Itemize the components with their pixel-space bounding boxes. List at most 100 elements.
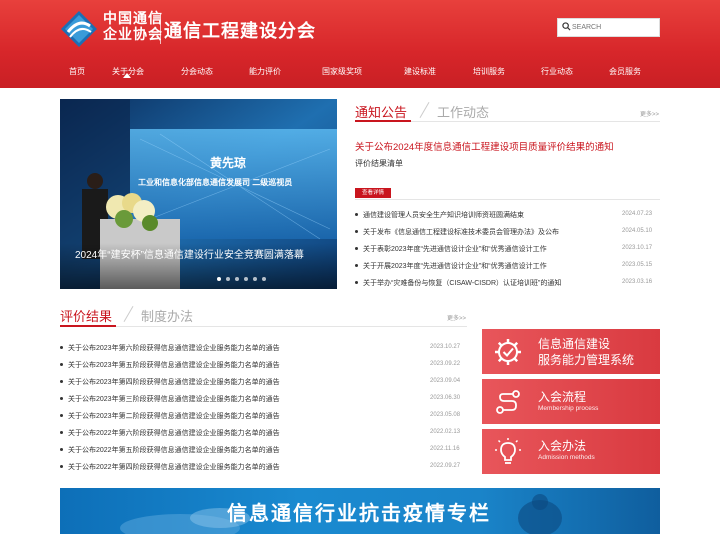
gear-check-icon [495,339,521,365]
notice-item-title[interactable]: 关于开展2023年度“先进通信设计企业”和“优秀通信设计工作 [363,261,547,271]
bullet-icon [60,397,63,400]
notice-summary: 评价结果清单 [355,159,403,168]
search-icon[interactable] [562,22,571,31]
eval-item-date: 2022.02.13 [430,429,461,435]
eval-tab-underline [60,325,116,327]
eval-item-title[interactable]: 关于公布2022年第四阶段获得信息通信建设企业服务能力名单的通告 [68,462,280,472]
card-subtitle: Membership process [538,405,599,412]
eval-item-date: 2023.05.08 [430,412,461,418]
slider-dot[interactable] [244,277,248,281]
notice-item-title[interactable]: 关于发布《信息通信工程建设标准技术委员会管理办法》及公布 [363,227,559,237]
eval-divider [60,326,467,327]
process-icon [496,390,520,414]
eval-item-title[interactable]: 关于公布2022年第五阶段获得信息通信建设企业服务能力名单的通告 [68,445,280,455]
notice-headline-divider [355,199,660,200]
search-input[interactable] [572,20,657,35]
notice-item-title[interactable]: 关于举办“灾难备份与恢复（CISAW-CISDR）认证培训班”的通知 [363,278,561,288]
card-title: 入会流程 [538,390,587,404]
eval-item-date: 2023.10.27 [430,344,461,350]
association-logo-icon[interactable] [60,10,98,48]
notice-tabs-2: 工作动态 [437,102,489,121]
epidemic-special-banner[interactable]: 信息通信行业抗击疫情专栏 [60,488,660,534]
nav-branch-news[interactable]: 分会动态 [181,66,213,77]
bullet-icon [60,346,63,349]
bullet-icon [355,230,358,233]
nav-member-service[interactable]: 会员服务 [609,66,641,77]
notice-item-date: 2023.10.17 [622,245,653,251]
notice-item-title[interactable]: 通信建设管理人员安全生产知识培训师资班圆满结束 [363,210,524,220]
eval-item-title[interactable]: 关于公布2023年第四阶段获得信息通信建设企业服务能力名单的通告 [68,377,280,387]
view-details-button[interactable]: 查看详情 [355,188,391,198]
nav-training[interactable]: 培训服务 [473,66,505,77]
card-subtitle: Admission methods [538,454,595,461]
banner-title: 信息通信行业抗击疫情专栏 [227,501,491,525]
bullet-icon [355,281,358,284]
nav-industry-news[interactable]: 行业动态 [541,66,573,77]
notice-item-date: 2024.05.10 [622,228,653,234]
eval-tabs-2: 制度办法 [141,306,193,325]
bullet-icon [60,414,63,417]
tab-divider [419,101,430,119]
slider-dot[interactable] [235,277,239,281]
notice-item-date: 2023.03.16 [622,279,653,285]
slider-dot[interactable] [253,277,257,281]
eval-tabs: 评价结果 [60,306,112,325]
card-title: 入会办法 [538,439,587,453]
logo-line-1: 中国通信 [103,11,163,27]
eval-item-title[interactable]: 关于公布2023年第五阶段获得信息通信建设企业服务能力名单的通告 [68,360,280,370]
eval-item-date: 2023.09.04 [430,378,461,384]
nav-standards[interactable]: 建设标准 [404,66,436,77]
nav-national-awards[interactable]: 国家级奖项 [322,66,362,77]
notice-more-link[interactable]: 更多>> [640,109,659,118]
card-title-line-2: 服务能力管理系统 [538,353,635,367]
nav-capability[interactable]: 能力评价 [249,66,281,77]
tab-divider [123,305,134,323]
card-title: 信息通信建设 [538,337,611,351]
notice-item-date: 2024.07.23 [622,211,653,217]
slider-dot[interactable] [226,277,230,281]
bullet-icon [60,380,63,383]
eval-item-date: 2023.09.22 [430,361,461,367]
capability-system-card[interactable]: 信息通信建设 服务能力管理系统 [482,329,660,374]
bullet-icon [60,363,63,366]
notice-tab-underline [355,120,411,122]
tab-notice[interactable]: 通知公告 [355,105,407,120]
tab-eval-results[interactable]: 评价结果 [60,309,112,324]
eval-item-title[interactable]: 关于公布2023年第六阶段获得信息通信建设企业服务能力名单的通告 [68,343,280,353]
branch-name: 通信工程建设分会 [164,21,316,42]
tab-work-news[interactable]: 工作动态 [437,105,489,120]
association-name: 中国通信 企业协会 [103,11,163,43]
membership-process-card[interactable]: 入会流程 Membership process [482,379,660,424]
slider-dot[interactable] [217,277,221,281]
main-nav: 首页 关于分会 分会动态 能力评价 国家级奖项 建设标准 培训服务 行业动态 会… [0,62,720,82]
banner-caption[interactable]: 2024年“建安杯”信息通信建设行业安全竞赛圆满落幕 [75,246,304,261]
bullet-icon [60,431,63,434]
banner-screen-name: 黄先琼 [210,156,247,170]
eval-item-date: 2022.09.27 [430,463,461,469]
tab-regulations[interactable]: 制度办法 [141,309,193,324]
nav-home[interactable]: 首页 [69,66,85,77]
news-slider[interactable]: 黄先琼 工业和信息化部信息通信发展司 二级巡视员 2024年“建安杯”信息通信建… [60,99,337,289]
admission-methods-card[interactable]: 入会办法 Admission methods [482,429,660,474]
site-header: 中国通信 企业协会 通信工程建设分会 首页 关于分会 分会动态 能力评价 国家级… [0,0,720,88]
bullet-icon [355,213,358,216]
logo-divider [160,14,161,44]
eval-item-title[interactable]: 关于公布2022年第六阶段获得信息通信建设企业服务能力名单的通告 [68,428,280,438]
eval-item-date: 2023.06.30 [430,395,461,401]
notice-headline[interactable]: 关于公布2024年度信息通信工程建设项目质量评价结果的通知 [355,139,614,153]
notice-tabs: 通知公告 [355,102,407,121]
eval-more-link[interactable]: 更多>> [447,313,466,322]
search-box[interactable] [557,18,660,37]
notice-item-date: 2023.05.15 [622,262,653,268]
eval-item-date: 2022.11.16 [430,446,460,452]
eval-item-title[interactable]: 关于公布2023年第二阶段获得信息通信建设企业服务能力名单的通告 [68,411,280,421]
notice-item-title[interactable]: 关于表彰2023年度“先进通信设计企业”和“优秀通信设计工作 [363,244,547,254]
bullet-icon [60,448,63,451]
lightbulb-icon [495,438,521,464]
eval-item-title[interactable]: 关于公布2023年第三阶段获得信息通信建设企业服务能力名单的通告 [68,394,280,404]
bullet-icon [355,247,358,250]
nav-active-indicator [123,73,131,78]
bullet-icon [355,264,358,267]
logo-line-2: 企业协会 [103,27,163,43]
slider-dot[interactable] [262,277,266,281]
